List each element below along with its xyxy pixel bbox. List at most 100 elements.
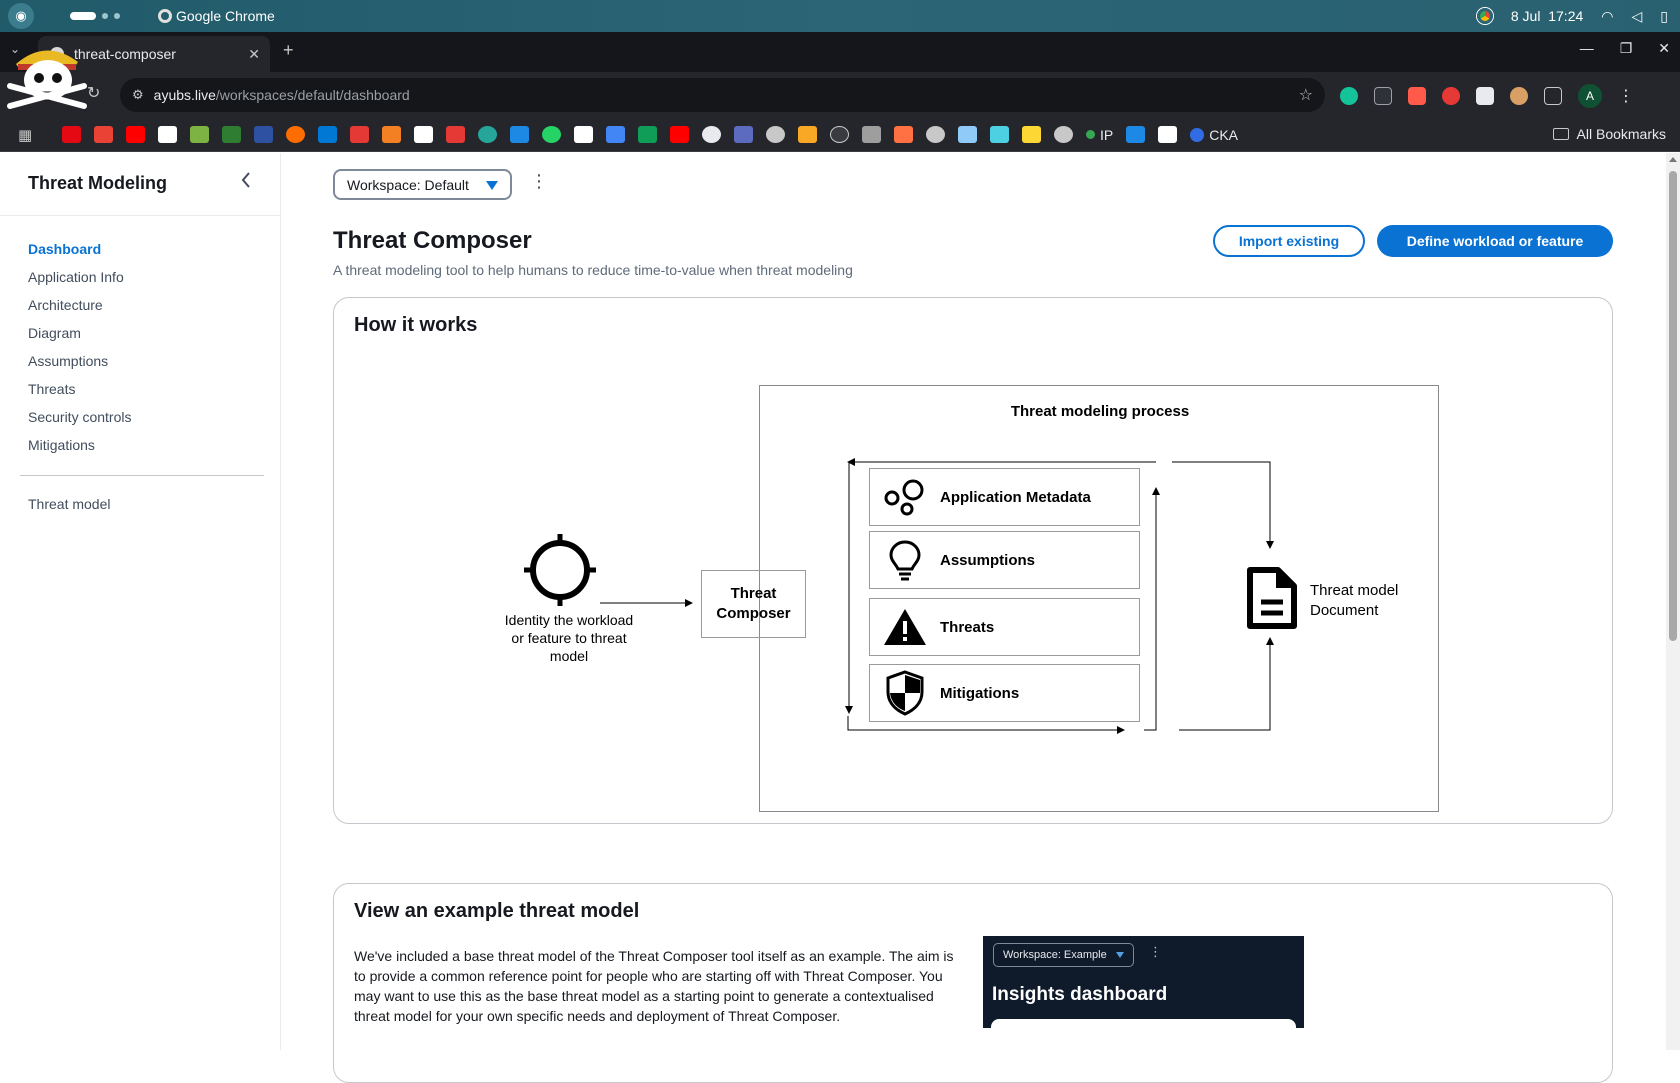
screen-extension-icon[interactable] [1374, 87, 1392, 105]
apps-grid-icon[interactable]: ▦ [18, 126, 32, 144]
check-bookmark-icon[interactable] [478, 126, 497, 143]
wifi-icon[interactable]: ◠ [1601, 8, 1613, 25]
box-bookmark-icon[interactable] [798, 126, 817, 143]
dot-icon [1086, 130, 1095, 139]
reload-icon[interactable]: ↻ [87, 83, 100, 103]
workspace-indicator[interactable] [70, 12, 120, 20]
game-bookmark-icon[interactable] [862, 126, 881, 143]
reader-extension-icon[interactable] [1476, 87, 1494, 105]
sidebar-item-diagram[interactable]: Diagram [28, 319, 131, 347]
sidebar-item-threats[interactable]: Threats [28, 375, 131, 403]
sidebar-item-assumptions[interactable]: Assumptions [28, 347, 131, 375]
import-existing-button[interactable]: Import existing [1213, 225, 1365, 257]
sidebar-item-architecture[interactable]: Architecture [28, 291, 131, 319]
clock-date[interactable]: 8 Jul 17:24 [1511, 8, 1583, 24]
define-workload-button[interactable]: Define workload or feature [1377, 225, 1613, 257]
yellow-bookmark-icon[interactable] [1022, 126, 1041, 143]
whatsapp-bookmark-icon[interactable] [542, 126, 561, 143]
os-menu-icon[interactable]: ◉ [8, 3, 34, 29]
adblock-extension-icon[interactable] [1442, 87, 1460, 105]
lightbulb-icon [889, 540, 921, 581]
gmail-bookmark-icon[interactable] [94, 126, 113, 143]
docs-bookmark-icon[interactable] [606, 126, 625, 143]
crunchyroll-bookmark-icon[interactable] [286, 126, 305, 143]
bus-bookmark-icon[interactable] [350, 126, 369, 143]
wave-bookmark-icon[interactable] [990, 126, 1009, 143]
youtube2-bookmark-icon[interactable] [670, 126, 689, 143]
cube-bookmark-icon[interactable] [894, 126, 913, 143]
cloud-bookmark-icon[interactable] [702, 126, 721, 143]
k-bookmark-icon[interactable] [222, 126, 241, 143]
close-window-icon[interactable]: ✕ [1658, 40, 1670, 57]
media-bookmark-icon[interactable] [446, 126, 465, 143]
workspace-menu-icon[interactable]: ⋮ [530, 171, 548, 192]
volume-icon[interactable]: ◁ [1632, 8, 1643, 25]
sk2-bookmark-icon[interactable] [1158, 126, 1178, 143]
cka-bookmark[interactable]: CKA [1190, 127, 1238, 143]
new-tab-icon[interactable]: + [283, 40, 294, 61]
sidebar-item-threat-model[interactable]: Threat model [28, 496, 110, 512]
play-bookmark-icon[interactable] [414, 126, 433, 143]
stackoverflow-bookmark-icon[interactable] [382, 126, 401, 143]
threat-composer-box: Threat Composer [701, 570, 806, 638]
sidebar-item-security-controls[interactable]: Security controls [28, 403, 131, 431]
colors-bookmark-icon[interactable] [734, 126, 753, 143]
preview-heading: Insights dashboard [992, 984, 1168, 1005]
browser-toolbar: ↻ ⚙ ayubs.live /workspaces/default/dashb… [0, 72, 1680, 118]
url-host: ayubs.live [153, 87, 216, 103]
minimize-icon[interactable]: — [1580, 40, 1594, 57]
netflix-bookmark-icon[interactable] [62, 126, 81, 143]
sk-bookmark-icon[interactable] [574, 126, 593, 143]
close-tab-icon[interactable]: ✕ [248, 46, 260, 63]
e-bookmark-icon[interactable] [830, 126, 849, 143]
todoist-extension-icon[interactable] [1408, 87, 1426, 105]
page-scrollbar[interactable] [1666, 153, 1680, 1050]
battery-icon[interactable]: ▯ [1660, 8, 1668, 25]
step-threats: Threats [869, 598, 1140, 656]
process-title: Threat modeling process [1010, 403, 1190, 420]
sheets-bookmark-icon[interactable] [638, 126, 657, 143]
extensions-puzzle-icon[interactable] [1544, 87, 1562, 105]
url-path: /workspaces/default/dashboard [215, 87, 410, 103]
step-assumptions: Assumptions [869, 531, 1140, 589]
workspace-select[interactable]: Workspace: Default [333, 169, 512, 200]
sidebar-item-mitigations[interactable]: Mitigations [28, 431, 131, 459]
collapse-sidebar-icon[interactable] [240, 171, 252, 189]
all-bookmarks[interactable]: All Bookmarks [1552, 126, 1666, 142]
chrome-menu-icon[interactable]: ⋮ [1618, 86, 1634, 106]
chess-bookmark-icon[interactable] [190, 126, 209, 143]
step-label: Application Metadata [940, 488, 1091, 506]
warning-icon [884, 609, 926, 645]
step-label: Mitigations [940, 684, 1020, 702]
sidebar-nav: Dashboard Application Info Architecture Dia… [28, 235, 131, 459]
example-preview-image[interactable]: Workspace: Example ⋮ Insights dashboard [983, 936, 1304, 1028]
scroll-up-icon[interactable] [1669, 157, 1677, 162]
bookmark-star-icon[interactable]: ☆ [1299, 85, 1313, 105]
grammarly-extension-icon[interactable] [1340, 87, 1358, 105]
ip-bookmark[interactable]: IP [1086, 127, 1113, 143]
weather-bookmark-icon[interactable] [958, 126, 977, 143]
address-bar[interactable]: ⚙ ayubs.live /workspaces/default/dashboa… [120, 78, 1325, 112]
sidebar: Threat Modeling Dashboard Application Inf… [0, 153, 281, 1050]
arrow-bookmark-icon[interactable] [1126, 126, 1146, 143]
sidebar-item-dashboard[interactable]: Dashboard [28, 235, 131, 263]
profile-avatar[interactable]: A [1578, 84, 1602, 108]
amazon-bookmark-icon[interactable] [158, 126, 177, 143]
globe-bookmark-icon[interactable] [766, 126, 785, 143]
avatar-extension-icon[interactable] [1510, 87, 1528, 105]
outlook-bookmark-icon[interactable] [318, 126, 337, 143]
active-app[interactable]: Google Chrome [158, 8, 275, 24]
sidebar-item-application-info[interactable]: Application Info [28, 263, 131, 291]
site-info-icon[interactable]: ⚙ [132, 87, 144, 103]
chrome-status-icon[interactable] [1476, 8, 1493, 24]
youtube-bookmark-icon[interactable] [126, 126, 145, 143]
mal-bookmark-icon[interactable] [254, 126, 273, 143]
globe2-bookmark-icon[interactable] [926, 126, 945, 143]
scrollbar-thumb[interactable] [1669, 171, 1677, 641]
pirate-skull-logo [7, 50, 87, 109]
globe3-bookmark-icon[interactable] [1054, 126, 1073, 143]
maximize-icon[interactable]: ❐ [1620, 40, 1633, 57]
identity-label: Identity the workload or feature to thre… [504, 612, 634, 664]
process-diagram: Threat modeling process Identity the wor… [334, 298, 1614, 825]
a-bookmark-icon[interactable] [510, 126, 529, 143]
